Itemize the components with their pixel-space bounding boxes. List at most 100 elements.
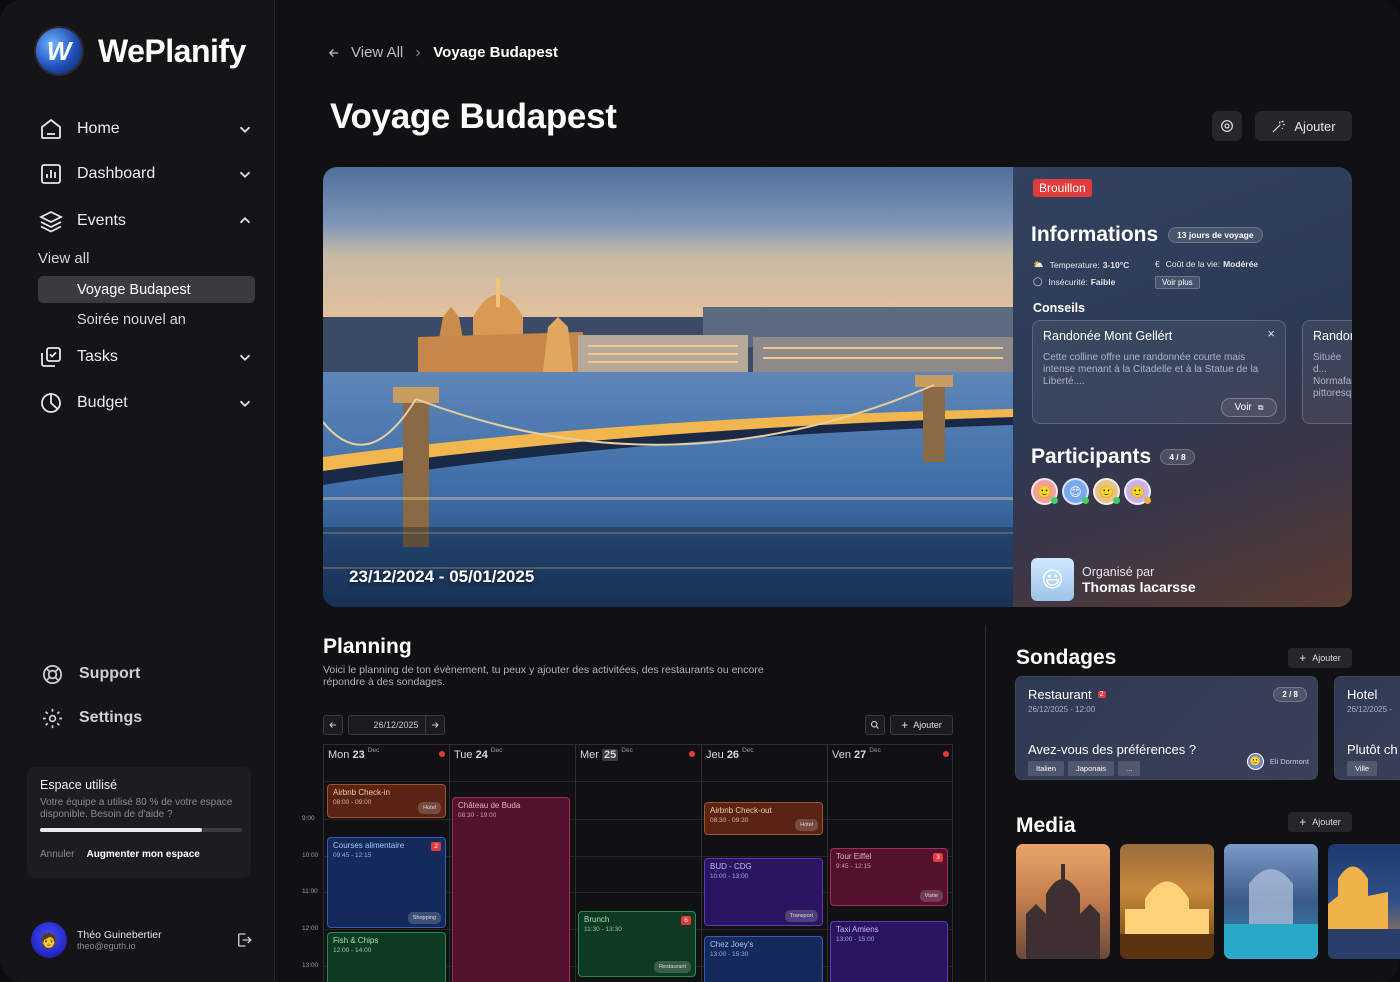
poll-card[interactable]: Restaurant 2 26/12/2025 - 12:00 2 / 8 Ave… (1015, 676, 1318, 780)
time-label: 10:00 (302, 852, 319, 859)
event-title: Chez Joey's (710, 940, 754, 949)
avatar[interactable]: 🙂 (1124, 478, 1151, 505)
day-name: Jeu (706, 749, 724, 761)
media-thumbnail[interactable] (1328, 844, 1400, 959)
storage-card: Espace utilisé Votre équipe a utilisé 80… (27, 767, 251, 878)
poll-date: 26/12/2025 - 12:00 (1028, 705, 1096, 714)
prev-week-button[interactable] (323, 715, 343, 735)
polls-add-label: Ajouter (1312, 653, 1341, 663)
event-title: Tour Eiffel (836, 852, 872, 861)
poll-choice[interactable]: ... (1118, 761, 1141, 776)
breadcrumb-back-link[interactable]: View All (351, 44, 403, 61)
events-view-all[interactable]: View all (38, 250, 89, 267)
avatar[interactable]: 🙂 (1246, 753, 1264, 770)
tip-card[interactable]: Randonée Située d... Normafa... pittores… (1302, 320, 1352, 424)
close-icon[interactable]: × (1267, 326, 1275, 341)
event-time: 11:30 - 13:30 (584, 926, 622, 933)
tip-view-button[interactable]: Voir ⧉ (1221, 398, 1277, 417)
cost-label: Coût de la vie: (1165, 259, 1221, 269)
magic-wand-icon (1272, 119, 1286, 133)
organizer-avatar[interactable]: 😃 (1031, 558, 1074, 601)
logout-icon[interactable] (235, 931, 253, 949)
chevron-up-icon[interactable] (236, 212, 254, 230)
calendar-grid: Mon 23 Dec Tue 24 Dec Mer 25 Dec Jeu 26 Dec … (323, 744, 953, 982)
day-header[interactable]: Jeu 26 Dec (706, 747, 754, 761)
storage-upgrade-button[interactable]: Augmenter mon espace (86, 849, 199, 860)
storage-cancel-button[interactable]: Annuler (40, 849, 74, 860)
arrow-left-icon[interactable] (327, 46, 341, 60)
calendar-search-button[interactable] (865, 715, 885, 735)
nav-budget-label: Budget (77, 394, 128, 411)
sidebar-item-soiree-nouvel-an[interactable]: Soirée nouvel an (38, 306, 255, 333)
nav-dashboard[interactable]: Dashboard (38, 159, 256, 189)
chevron-down-icon[interactable] (236, 394, 254, 412)
nav-settings[interactable]: Settings (40, 703, 258, 733)
calendar-event[interactable]: Chez Joey's 13:00 - 15:30 (704, 936, 823, 982)
parliament-image (1026, 864, 1100, 959)
avatar[interactable]: 🧑 (31, 922, 67, 958)
calendar-event[interactable]: Brunch 11:30 - 13:30 6 Restaurant (578, 911, 696, 977)
tip-card[interactable]: Randonée Mont Gellért Cette colline offr… (1032, 320, 1286, 424)
plus-icon: + (1299, 651, 1307, 665)
calendar-event[interactable]: Airbnb Check-out 08:30 - 09:30 Hotel (704, 802, 823, 835)
add-button[interactable]: Ajouter (1255, 111, 1352, 141)
nav-events[interactable]: Events (38, 206, 256, 236)
poll-date: 26/12/2025 - (1347, 705, 1392, 714)
participant-avatars: 🙂 😊 🙂 🙂 (1031, 478, 1151, 505)
media-thumbnail[interactable] (1120, 844, 1214, 959)
calendar-event[interactable]: Tour Eiffel 9:45 - 12:15 3 Visite (830, 848, 948, 906)
poll-choice[interactable]: Japonais (1068, 761, 1115, 776)
polls-add-button[interactable]: + Ajouter (1288, 648, 1352, 668)
poll-badge: 2 (1097, 691, 1106, 698)
nav-tasks[interactable]: Tasks (38, 342, 256, 372)
calendar-event[interactable]: Airbnb Check-in 08:00 - 09:00 Hotel (327, 784, 446, 818)
day-header[interactable]: Ven 27 Dec (832, 747, 881, 761)
parliament-river-image (1328, 866, 1400, 959)
avatar[interactable]: 🙂 (1093, 478, 1120, 505)
chevron-down-icon[interactable] (236, 165, 254, 183)
nav-home[interactable]: Home (38, 114, 256, 144)
calendar-event[interactable]: Courses alimentaire 09:45 - 12:15 2 Shopp… (327, 837, 446, 928)
calendar-event[interactable]: Fish & Chips 12:00 - 14:00 (327, 932, 446, 982)
poll-card[interactable]: Hotel 26/12/2025 - Plutôt ch Ville (1334, 676, 1400, 780)
next-week-button[interactable] (425, 715, 445, 735)
nav-support[interactable]: Support (40, 659, 258, 689)
avatar[interactable]: 😊 (1062, 478, 1089, 505)
event-time: 9:45 - 12:15 (836, 863, 871, 870)
calendar-event[interactable]: Taxi Amiens 13:00 - 15:00 (830, 921, 948, 982)
event-settings-button[interactable] (1212, 111, 1242, 141)
event-time: 13:00 - 15:30 (710, 951, 749, 958)
planning-description: Voici le planning de ton évènement, tu p… (323, 664, 764, 688)
calendar-event[interactable]: Château de Buda 08:30 - 19:00 (452, 797, 570, 982)
see-more-button[interactable]: Voir plus (1155, 276, 1200, 289)
media-add-button[interactable]: + Ajouter (1288, 812, 1352, 832)
insecurity-label: Insécurité: (1048, 276, 1088, 287)
nav-tasks-label: Tasks (77, 348, 118, 365)
calendar-event[interactable]: BUD - CDG 10:00 - 13:00 Transport (704, 858, 823, 926)
poll-title: Hotel (1347, 687, 1378, 702)
chevron-down-icon[interactable] (236, 120, 254, 138)
day-header[interactable]: Tue 24 Dec (454, 747, 502, 761)
sidebar-item-voyage-budapest[interactable]: Voyage Budapest (38, 276, 255, 303)
day-header[interactable]: Mon 23 Dec (328, 747, 379, 761)
avatar[interactable]: 🙂 (1031, 478, 1058, 505)
online-status-dot (1051, 497, 1058, 504)
logo[interactable]: W WePlanify (36, 28, 246, 74)
poll-choice[interactable]: Ville (1347, 761, 1378, 776)
time-label: 9:00 (302, 815, 315, 822)
day-month: Dec (869, 747, 881, 754)
calendar-add-button[interactable]: + Ajouter (890, 715, 953, 735)
poll-choices: Ville (1347, 761, 1378, 776)
media-thumbnail[interactable] (1224, 844, 1318, 959)
event-tag: Hotel (418, 802, 441, 814)
day-header[interactable]: Mer 25 Dec (580, 747, 633, 761)
poll-title: Restaurant (1028, 687, 1092, 702)
insecurity-info: ◯ Insécurité: Faible (1033, 276, 1115, 287)
poll-question: Plutôt ch (1347, 742, 1398, 757)
day-name: Mon (328, 749, 350, 761)
chevron-down-icon[interactable] (236, 348, 254, 366)
media-thumbnail[interactable] (1016, 844, 1110, 959)
nav-budget[interactable]: Budget (38, 388, 256, 418)
day-month: Dec (490, 747, 503, 754)
poll-choice[interactable]: Italien (1028, 761, 1065, 776)
